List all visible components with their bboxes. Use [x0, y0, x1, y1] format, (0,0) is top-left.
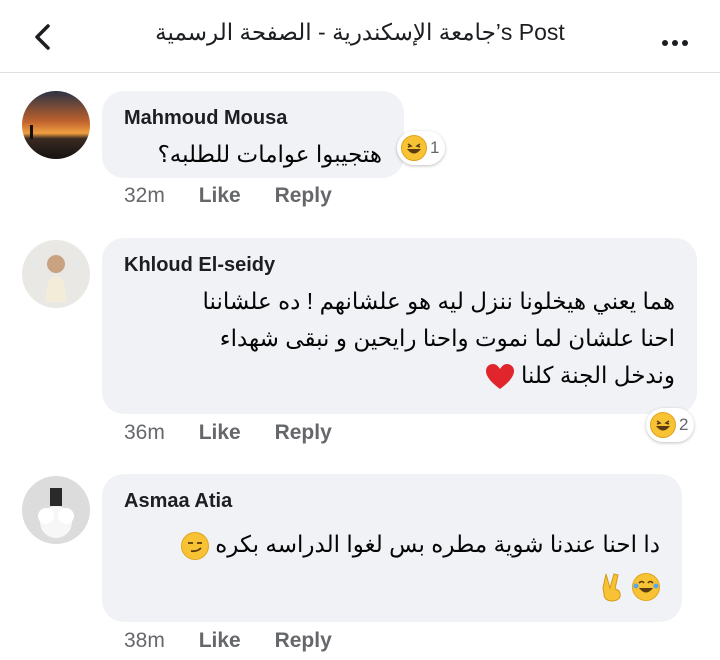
- comment-meta: 38m Like Reply: [124, 629, 332, 653]
- comment-time: 32m: [124, 184, 165, 207]
- comment-text: دا احنا عندنا شوية مطره بس لغوا الدراسه …: [124, 526, 660, 604]
- victory-hand-emoji-icon: [602, 573, 621, 602]
- comment-time: 36m: [124, 421, 165, 444]
- avatar-mahmoud[interactable]: [22, 91, 90, 159]
- like-button[interactable]: Like: [199, 629, 241, 652]
- comment-line-text: وندخل الجنة كلنا: [520, 362, 675, 388]
- comment-line: دا احنا عندنا شوية مطره بس لغوا الدراسه …: [124, 526, 660, 563]
- red-heart-emoji-icon: [485, 363, 514, 389]
- page-title: جامعة الإسكندرية - الصفحة الرسمية‎’s Pos…: [155, 19, 565, 45]
- smirk-emoji-icon: [180, 531, 209, 560]
- back-chevron-icon[interactable]: [26, 20, 60, 54]
- comment-line-text: دا احنا عندنا شوية مطره بس لغوا الدراسه …: [215, 531, 660, 557]
- comment-author[interactable]: Asmaa Atia: [124, 490, 232, 513]
- comment-author[interactable]: Khloud El-seidy: [124, 254, 275, 277]
- avatar-khloud[interactable]: [22, 240, 90, 308]
- comment-text: هتجيبوا عوامات للطلبه؟: [157, 141, 382, 167]
- post-header: جامعة الإسكندرية - الصفحة الرسمية‎’s Pos…: [0, 0, 720, 73]
- comment-line: وندخل الجنة كلنا: [124, 357, 675, 394]
- reaction-count: 2: [679, 415, 689, 434]
- reply-button[interactable]: Reply: [275, 629, 332, 652]
- reaction-count-badge[interactable]: 1: [397, 131, 446, 165]
- tears-of-joy-emoji-icon: [632, 572, 660, 601]
- comment-time: 38m: [124, 629, 165, 652]
- comment-author[interactable]: Mahmoud Mousa: [124, 107, 287, 130]
- like-button[interactable]: Like: [199, 421, 241, 444]
- comment-bubble: Asmaa Atia دا احنا عندنا شوية مطره بس لغ…: [102, 474, 682, 622]
- comment-meta: 36m Like Reply: [124, 421, 332, 445]
- comment-meta: 32m Like Reply: [124, 184, 332, 208]
- comment-line: هما يعني هيخلونا ننزل ليه هو علشانهم ! د…: [202, 288, 675, 314]
- reply-button[interactable]: Reply: [275, 421, 332, 444]
- more-options-icon[interactable]: [662, 33, 692, 51]
- reaction-count-badge[interactable]: 2: [646, 408, 695, 442]
- reaction-count: 1: [430, 138, 440, 157]
- reply-button[interactable]: Reply: [275, 184, 332, 207]
- comment-line: احنا علشان لما نموت واحنا رايحين و نبقى …: [219, 325, 675, 351]
- avatar-asmaa[interactable]: [22, 476, 90, 544]
- comment-bubble: Khloud El-seidy هما يعني هيخلونا ننزل لي…: [102, 238, 697, 414]
- laughing-emoji-icon: [401, 135, 427, 161]
- comment-text: هما يعني هيخلونا ننزل ليه هو علشانهم ! د…: [124, 283, 675, 394]
- comment-bubble: Mahmoud Mousa هتجيبوا عوامات للطلبه؟: [102, 91, 404, 178]
- comment-line: [124, 567, 660, 604]
- like-button[interactable]: Like: [199, 184, 241, 207]
- laughing-emoji-icon: [650, 412, 676, 438]
